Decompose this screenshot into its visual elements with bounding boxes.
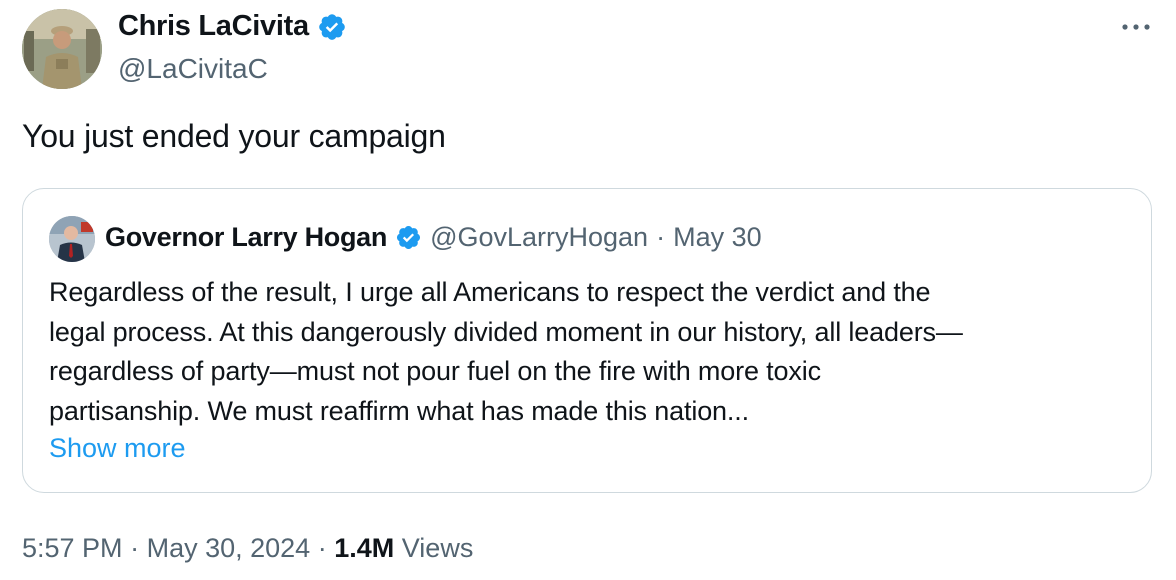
tweet-text: You just ended your campaign <box>22 118 446 154</box>
quote-text-line: legal process. At this dangerously divid… <box>49 316 963 347</box>
tweet-time[interactable]: 5:57 PM <box>22 533 123 563</box>
views-count: 1.4M <box>334 533 395 563</box>
quote-text: Regardless of the result, I urge all Ame… <box>49 273 1129 431</box>
quote-author-name: Governor Larry Hogan <box>105 222 388 252</box>
author-handle[interactable]: @LaCivitaC <box>118 53 268 85</box>
verified-badge-icon <box>395 224 422 251</box>
tweet-date[interactable]: May 30, 2024 <box>147 533 311 563</box>
footer-separator: · <box>317 533 327 563</box>
quote-text-line: Regardless of the result, I urge all Ame… <box>49 277 931 307</box>
tweet-footer: 5:57 PM · May 30, 2024 · 1.4M Views <box>22 533 473 564</box>
views-label: Views <box>401 533 474 563</box>
author-avatar[interactable] <box>22 9 102 89</box>
quote-header: Governor Larry Hogan @GovLarryHogan · Ma… <box>105 222 762 253</box>
quote-text-line: partisanship. We must reaffirm what has … <box>49 395 749 426</box>
more-horizontal-icon <box>1122 24 1150 30</box>
show-more-link[interactable]: Show more <box>49 433 186 464</box>
quote-separator: · <box>656 222 666 252</box>
quote-date: May 30 <box>673 222 762 252</box>
verified-badge-icon[interactable] <box>317 12 347 42</box>
author-name-row: Chris LaCivita <box>118 10 347 43</box>
author-name[interactable]: Chris LaCivita <box>118 10 309 43</box>
quote-text-line: regardless of party—must not pour fuel o… <box>49 356 821 386</box>
more-options-button[interactable] <box>1118 14 1154 40</box>
quoted-tweet-card[interactable]: Governor Larry Hogan @GovLarryHogan · Ma… <box>22 188 1152 493</box>
quote-author-handle: @GovLarryHogan <box>430 222 649 252</box>
tweet: Chris LaCivita @LaCivitaC You just ended… <box>0 0 1176 580</box>
quote-author-avatar[interactable] <box>49 216 95 262</box>
footer-separator: · <box>130 533 140 563</box>
